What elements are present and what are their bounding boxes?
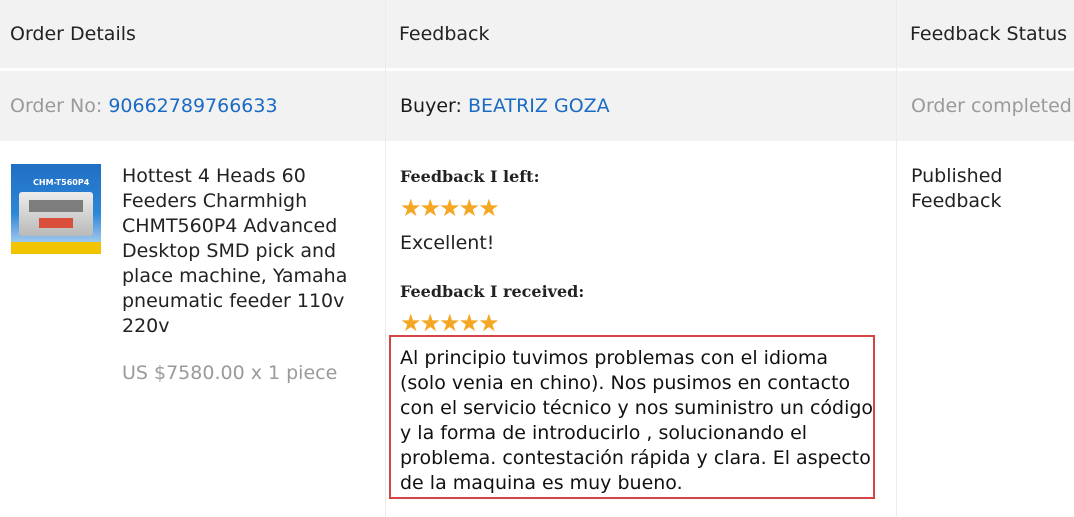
buyer: Buyer: BEATRIZ GOZA <box>400 94 610 119</box>
feedback-received-label: Feedback I received: <box>400 282 585 301</box>
feedback-left-label: Feedback I left: <box>400 167 540 186</box>
product-image-caption: CHM-T560P4 <box>33 178 90 187</box>
buyer-name-link[interactable]: BEATRIZ GOZA <box>468 95 610 117</box>
order-summary-row: Order No: 90662789766633 Buyer: BEATRIZ … <box>0 71 1074 141</box>
feedback-received-text: Al principio tuvimos problemas con el id… <box>400 347 874 494</box>
table-header: Order Details Feedback Feedback Status <box>0 0 1074 68</box>
feedback-status-value: Published Feedback <box>911 165 1003 212</box>
column-divider <box>896 0 897 517</box>
product-image-banner <box>11 242 101 254</box>
machine-illustration <box>19 192 93 236</box>
product-title-link[interactable]: Hottest 4 Heads 60 Feeders Charmhigh CHM… <box>122 164 352 339</box>
star-icon: ★ <box>439 194 460 222</box>
column-header-feedback-status: Feedback Status <box>910 23 1068 45</box>
order-status: Order completed <box>911 95 1072 117</box>
star-icon: ★ <box>419 194 441 222</box>
star-icon: ★ <box>458 194 480 222</box>
star-icon: ★ <box>400 194 421 222</box>
column-header-order-details: Order Details <box>10 23 136 45</box>
feedback-left-rating: ★★★★★ <box>400 194 500 222</box>
star-icon: ★ <box>478 194 499 222</box>
order-number-label: Order No: <box>10 95 103 117</box>
star-icon: ★ <box>419 309 441 337</box>
column-divider <box>385 0 386 517</box>
star-icon: ★ <box>478 309 499 337</box>
order-number-link[interactable]: 90662789766633 <box>108 95 277 117</box>
star-icon: ★ <box>400 309 421 337</box>
buyer-label: Buyer: <box>400 95 462 117</box>
order-number: Order No: 90662789766633 <box>10 94 278 119</box>
feedback-received-rating: ★★★★★ <box>400 309 500 337</box>
star-icon: ★ <box>439 309 460 337</box>
product-image[interactable]: CHM-T560P4 <box>11 164 101 254</box>
star-icon: ★ <box>458 309 480 337</box>
product-price: US $7580.00 x 1 piece <box>122 362 338 384</box>
column-header-feedback: Feedback <box>399 23 490 45</box>
feedback-left-text: Excellent! <box>400 232 495 254</box>
